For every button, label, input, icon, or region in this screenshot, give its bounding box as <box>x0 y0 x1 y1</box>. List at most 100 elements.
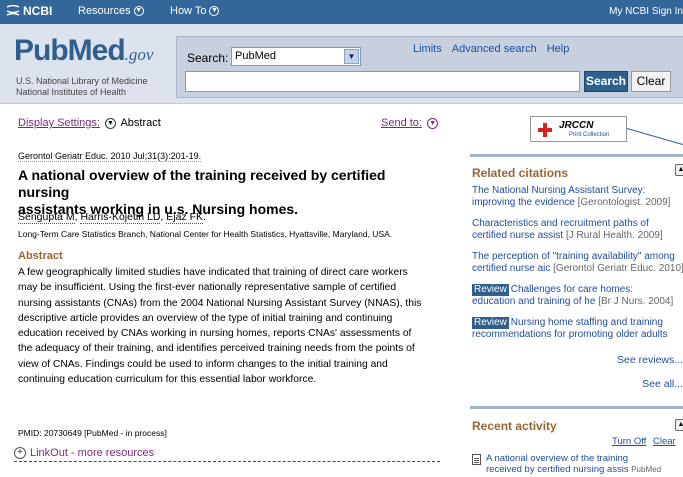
related-title-line: Characteristics and recruitment paths of <box>472 218 649 229</box>
see-reviews-link[interactable]: See reviews... <box>617 354 683 366</box>
howto-menu[interactable]: How To ▼ <box>170 5 220 17</box>
author-list: Sengupta M, Harris-Kojetin LD, Ejaz FK. <box>18 211 206 224</box>
related-title-line: The perception of "training availability… <box>472 251 675 262</box>
chevron-down-icon: ▼ <box>105 117 116 129</box>
linkout-toggle[interactable]: + LinkOut - more resources <box>14 447 154 459</box>
related-title-line: recommendations for promoting older adul… <box>472 328 668 340</box>
recent-activity-heading: Recent activity <box>472 419 557 433</box>
related-title-line: Nursing home staffing and training <box>510 317 663 328</box>
advanced-search-link[interactable]: Advanced search <box>452 43 537 55</box>
abstract-line: view of CNAs. Findings could be used to … <box>18 358 388 370</box>
related-title-line: certified nurse aic <box>472 262 551 274</box>
panel-divider <box>470 154 683 157</box>
see-all-link[interactable]: See all... <box>642 378 683 390</box>
review-badge: Review <box>472 284 509 296</box>
abstract-line: descriptive article provides an overview… <box>18 312 393 324</box>
nih-line: National Institutes of Health <box>16 87 127 97</box>
plus-icon: + <box>14 447 26 459</box>
recent-source: PubMed <box>631 465 662 474</box>
connector-line <box>626 128 683 146</box>
logo-med: Med <box>67 34 126 67</box>
jrccn-print-collection-logo[interactable]: JRCCN Print Collection <box>530 116 627 142</box>
related-title-line: improving the evidence <box>472 196 575 208</box>
logo-pub: Pub <box>14 34 69 67</box>
related-citation-item[interactable]: The perception of "training availability… <box>472 251 683 274</box>
recent-title-line: A national overview of the training <box>486 453 629 464</box>
chevron-down-icon: ▼ <box>133 6 144 16</box>
linkout-label: LinkOut - more resources <box>30 447 155 459</box>
recent-title-line: received by certified nursing assis <box>486 464 629 475</box>
clear-button[interactable]: Clear <box>631 71 671 92</box>
resources-label: Resources <box>78 5 131 17</box>
nlm-subtitle: U.S. National Library of Medicine Nation… <box>16 76 148 98</box>
panel-divider <box>470 406 683 409</box>
related-source: [J Rural Health. 2009] <box>565 229 663 241</box>
display-settings-link[interactable]: Display Settings: <box>18 117 100 129</box>
database-value: PubMed <box>235 50 276 62</box>
jrccn-name: JRCCN <box>559 120 594 131</box>
ncbi-logo[interactable]: NCBI <box>6 4 52 18</box>
send-to-menu[interactable]: Send to: ▼ <box>381 117 440 129</box>
abstract-line: the adequacy of their training, and iden… <box>18 343 415 355</box>
limits-link[interactable]: Limits <box>413 43 442 55</box>
abstract-line: continuing education curriculum for this… <box>18 374 317 386</box>
related-title-line: The National Nursing Assistant Survey: <box>472 185 646 196</box>
related-source: [Br J Nurs. 2004] <box>598 295 674 307</box>
related-citation-item[interactable]: The National Nursing Assistant Survey: i… <box>472 185 683 208</box>
chevron-down-icon: ▼ <box>344 49 359 64</box>
howto-label: How To <box>170 5 207 17</box>
abstract-line: may be insufficient. Using the first-eve… <box>18 282 397 294</box>
author-link[interactable]: Harris-Kojetin LD <box>80 211 161 224</box>
affiliation: Long-Term Care Statistics Branch, Nation… <box>18 229 393 239</box>
nlm-line: U.S. National Library of Medicine <box>16 76 148 86</box>
review-badge: Review <box>472 317 509 329</box>
right-sidebar: JRCCN Print Collection Related citations… <box>462 106 683 477</box>
red-cross-icon <box>538 123 552 137</box>
search-input[interactable] <box>185 71 580 92</box>
help-link[interactable]: Help <box>547 43 570 55</box>
mycbi-signin[interactable]: My NCBI Sign In <box>609 6 683 17</box>
logo-gov: .gov <box>124 45 154 64</box>
main-content: Display Settings: ▼ Abstract Send to: ▼ … <box>0 106 462 477</box>
pubmed-header: PubMed.gov U.S. National Library of Medi… <box>0 24 683 104</box>
collapse-icon[interactable]: ▲ <box>675 419 683 431</box>
turn-off-link[interactable]: Turn Off <box>612 436 646 447</box>
related-citation-item[interactable]: Review Challenges for care homes: educati… <box>472 284 683 307</box>
related-source: [Gerontol Geriatr Educ. 2010] <box>553 262 683 274</box>
search-button[interactable]: Search <box>584 71 628 92</box>
search-links: Limits Advanced search Help <box>413 43 569 55</box>
search-bar: Search: PubMed ▼ Limits Advanced search … <box>176 36 683 98</box>
title-line: A national overview of the training rece… <box>18 167 386 200</box>
display-settings-value: Abstract <box>120 117 161 129</box>
recent-item-text: A national overview of the training rece… <box>486 453 661 475</box>
abstract-heading: Abstract <box>18 250 63 262</box>
ncbi-topbar: NCBI Resources ▼ How To ▼ My NCBI Sign I… <box>0 0 683 24</box>
ncbi-helix-icon <box>6 5 20 16</box>
abstract-line: A few geographically limited studies hav… <box>18 267 408 278</box>
related-title-line: certified nurse assist <box>472 229 564 241</box>
pmid: PMID: 20730649 [PubMed - in process] <box>18 428 167 438</box>
chevron-down-icon: ▼ <box>209 6 220 16</box>
jrccn-subtitle: Print Collection <box>569 132 610 138</box>
divider <box>14 461 440 462</box>
related-citation-item[interactable]: Review Nursing home staffing and training… <box>472 317 683 340</box>
search-label: Search: <box>187 51 229 65</box>
document-icon <box>472 454 481 465</box>
related-source: [Gerontologist. 2009] <box>577 196 671 208</box>
ncbi-logo-text: NCBI <box>23 4 53 18</box>
author-link[interactable]: Sengupta M <box>18 211 75 224</box>
display-settings[interactable]: Display Settings: ▼ Abstract <box>18 117 161 129</box>
related-title-line: Challenges for care homes: <box>510 284 634 295</box>
abstract-text: A few geographically limited studies hav… <box>18 265 443 387</box>
resources-menu[interactable]: Resources ▼ <box>78 5 144 17</box>
related-citation-item[interactable]: Characteristics and recruitment paths of… <box>472 218 683 241</box>
abstract-line: education received by CNAs working in nu… <box>18 328 412 340</box>
author-link[interactable]: Ejaz FK <box>166 211 204 224</box>
journal-citation[interactable]: Gerontol Geriatr Educ. 2010 Jul;31(3):20… <box>18 151 202 162</box>
abstract-line: nursing assistants (CNAs) from the 2004 … <box>18 297 422 309</box>
collapse-icon[interactable]: ▲ <box>675 164 683 176</box>
clear-activity-link[interactable]: Clear <box>653 436 676 447</box>
pubmed-logo[interactable]: PubMed.gov <box>14 34 153 68</box>
send-to-label: Send to: <box>381 117 422 129</box>
database-select[interactable]: PubMed ▼ <box>231 47 361 66</box>
